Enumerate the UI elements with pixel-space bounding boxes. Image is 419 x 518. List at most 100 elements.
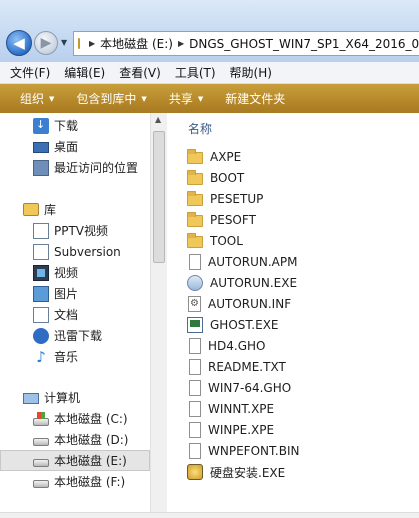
folder-icon <box>187 170 203 185</box>
file-name: README.TXT <box>208 360 286 374</box>
recent-places-icon <box>33 159 49 176</box>
new-folder-button[interactable]: 新建文件夹 <box>225 90 285 107</box>
nav-item-label: 图片 <box>54 287 79 301</box>
nav-item-drive-f[interactable]: 本地磁盘 (F:) <box>0 471 150 492</box>
nav-item-pictures[interactable]: 图片 <box>0 283 150 304</box>
file-row-pesetup[interactable]: PESETUP <box>187 189 263 209</box>
file-row-autorun-inf[interactable]: AUTORUN.INF <box>187 294 291 314</box>
nav-item-videos[interactable]: 视频 <box>0 262 150 283</box>
include-in-library-button[interactable]: 包含到库中 ▼ <box>76 90 146 107</box>
library-icon <box>23 203 39 216</box>
file-row-hdd-install-exe[interactable]: 硬盘安装.EXE <box>187 462 285 482</box>
menu-edit[interactable]: 编辑(E) <box>64 64 105 81</box>
file-row-axpe[interactable]: AXPE <box>187 147 241 167</box>
file-row-ghost-exe[interactable]: GHOST.EXE <box>187 315 279 335</box>
file-icon <box>189 443 201 459</box>
navigation-pane: 下载 桌面 最近访问的位置 库 PPTV视频 Subversion 视频 图片 … <box>0 113 150 518</box>
file-icon <box>189 380 201 396</box>
scroll-up-icon[interactable]: ▲ <box>155 115 161 124</box>
subversion-icon <box>33 243 49 260</box>
download-icon <box>33 117 49 134</box>
nav-item-desktop[interactable]: 桌面 <box>0 136 150 157</box>
back-button[interactable]: ◀ <box>6 30 32 56</box>
app-icon <box>187 317 203 333</box>
include-in-library-label: 包含到库中 <box>76 92 137 106</box>
menu-tools[interactable]: 工具(T) <box>175 64 216 81</box>
scrollbar-thumb[interactable] <box>153 131 165 263</box>
nav-item-label: 计算机 <box>44 391 81 405</box>
nav-item-music[interactable]: ♪ 音乐 <box>0 346 150 367</box>
file-row-wnpefont-bin[interactable]: WNPEFONT.BIN <box>187 441 299 461</box>
nav-item-drive-d[interactable]: 本地磁盘 (D:) <box>0 429 150 450</box>
nav-item-label: 桌面 <box>54 140 79 154</box>
chevron-down-icon: ▼ <box>49 94 55 103</box>
nav-item-label: 文档 <box>54 308 79 322</box>
file-name: AUTORUN.EXE <box>210 276 298 290</box>
nav-item-libraries[interactable]: 库 <box>0 199 150 220</box>
file-name: GHOST.EXE <box>210 318 279 332</box>
file-name: HD4.GHO <box>208 339 266 353</box>
documents-icon <box>33 306 49 323</box>
menu-view[interactable]: 查看(V) <box>119 64 161 81</box>
nav-item-label: PPTV视频 <box>54 224 109 238</box>
file-row-win7-64-gho[interactable]: WIN7-64.GHO <box>187 378 291 398</box>
file-name: TOOL <box>210 234 243 248</box>
nav-item-label: 本地磁盘 (E:) <box>54 454 127 468</box>
file-row-tool[interactable]: TOOL <box>187 231 243 251</box>
breadcrumb-drive-e[interactable]: 本地磁盘 (E:) <box>100 35 173 52</box>
nav-item-subversion[interactable]: Subversion <box>0 241 150 262</box>
share-button[interactable]: 共享 ▼ <box>169 90 203 107</box>
file-row-autorun-exe[interactable]: AUTORUN.EXE <box>187 273 297 293</box>
navigation-scrollbar[interactable]: ▲ <box>150 113 167 518</box>
file-icon <box>189 401 201 417</box>
file-name: AUTORUN.APM <box>208 255 298 269</box>
folder-icon <box>187 233 203 248</box>
chevron-down-icon: ▼ <box>197 94 204 103</box>
file-name: 硬盘安装.EXE <box>210 465 286 480</box>
nav-item-label: 本地磁盘 (F:) <box>54 475 126 489</box>
nav-item-drive-e[interactable]: 本地磁盘 (E:) <box>0 450 150 471</box>
breadcrumb-current-folder[interactable]: DNGS_GHOST_WIN7_SP1_X64_2016_08 <box>189 37 419 51</box>
forward-arrow-icon: ▶ <box>40 35 52 51</box>
nav-item-recent-places[interactable]: 最近访问的位置 <box>0 157 150 178</box>
organize-button[interactable]: 组织 ▼ <box>20 90 54 107</box>
back-arrow-icon: ◀ <box>13 34 25 52</box>
nav-item-xunlei[interactable]: 迅雷下载 <box>0 325 150 346</box>
menu-file[interactable]: 文件(F) <box>10 64 50 81</box>
chevron-down-icon: ▼ <box>141 94 147 103</box>
video-icon <box>33 264 49 281</box>
column-header-name[interactable]: 名称 <box>188 120 212 137</box>
chevron-right-icon[interactable]: ▶ <box>178 39 184 48</box>
file-icon <box>189 359 201 375</box>
file-row-readme-txt[interactable]: README.TXT <box>187 357 286 377</box>
menu-help[interactable]: 帮助(H) <box>230 64 272 81</box>
file-name: PESOFT <box>210 213 256 227</box>
file-row-hd4-gho[interactable]: HD4.GHO <box>187 336 265 356</box>
nav-item-label: 库 <box>44 203 57 217</box>
nav-item-label: Subversion <box>54 244 121 259</box>
address-box[interactable]: ▶ 本地磁盘 (E:) ▶ DNGS_GHOST_WIN7_SP1_X64_20… <box>73 31 419 56</box>
file-name: AXPE <box>210 150 242 164</box>
file-row-winnt-xpe[interactable]: WINNT.XPE <box>187 399 274 419</box>
nav-item-computer[interactable]: 计算机 <box>0 387 150 408</box>
nav-item-label: 迅雷下载 <box>54 329 103 343</box>
forward-button[interactable]: ▶ <box>34 31 58 55</box>
nav-item-label: 最近访问的位置 <box>54 161 139 175</box>
nav-item-label: 下载 <box>54 119 79 133</box>
nav-item-drive-c[interactable]: 本地磁盘 (C:) <box>0 408 150 429</box>
file-name: AUTORUN.INF <box>208 297 292 311</box>
nav-item-downloads[interactable]: 下载 <box>0 115 150 136</box>
recent-pages-dropdown[interactable]: ▼ <box>61 38 67 47</box>
file-row-autorun-apm[interactable]: AUTORUN.APM <box>187 252 297 272</box>
computer-icon <box>23 393 39 404</box>
nav-item-documents[interactable]: 文档 <box>0 304 150 325</box>
chevron-right-icon[interactable]: ▶ <box>89 39 95 48</box>
nav-item-pptv[interactable]: PPTV视频 <box>0 220 150 241</box>
file-row-winpe-xpe[interactable]: WINPE.XPE <box>187 420 274 440</box>
file-icon <box>189 422 201 438</box>
address-bar-area: ◀ ▶ ▼ ▶ 本地磁盘 (E:) ▶ DNGS_GHOST_WIN7_SP1_… <box>0 0 419 62</box>
file-name: WINNT.XPE <box>208 402 275 416</box>
file-row-pesoft[interactable]: PESOFT <box>187 210 256 230</box>
file-row-boot[interactable]: BOOT <box>187 168 244 188</box>
drive-icon <box>33 480 49 488</box>
